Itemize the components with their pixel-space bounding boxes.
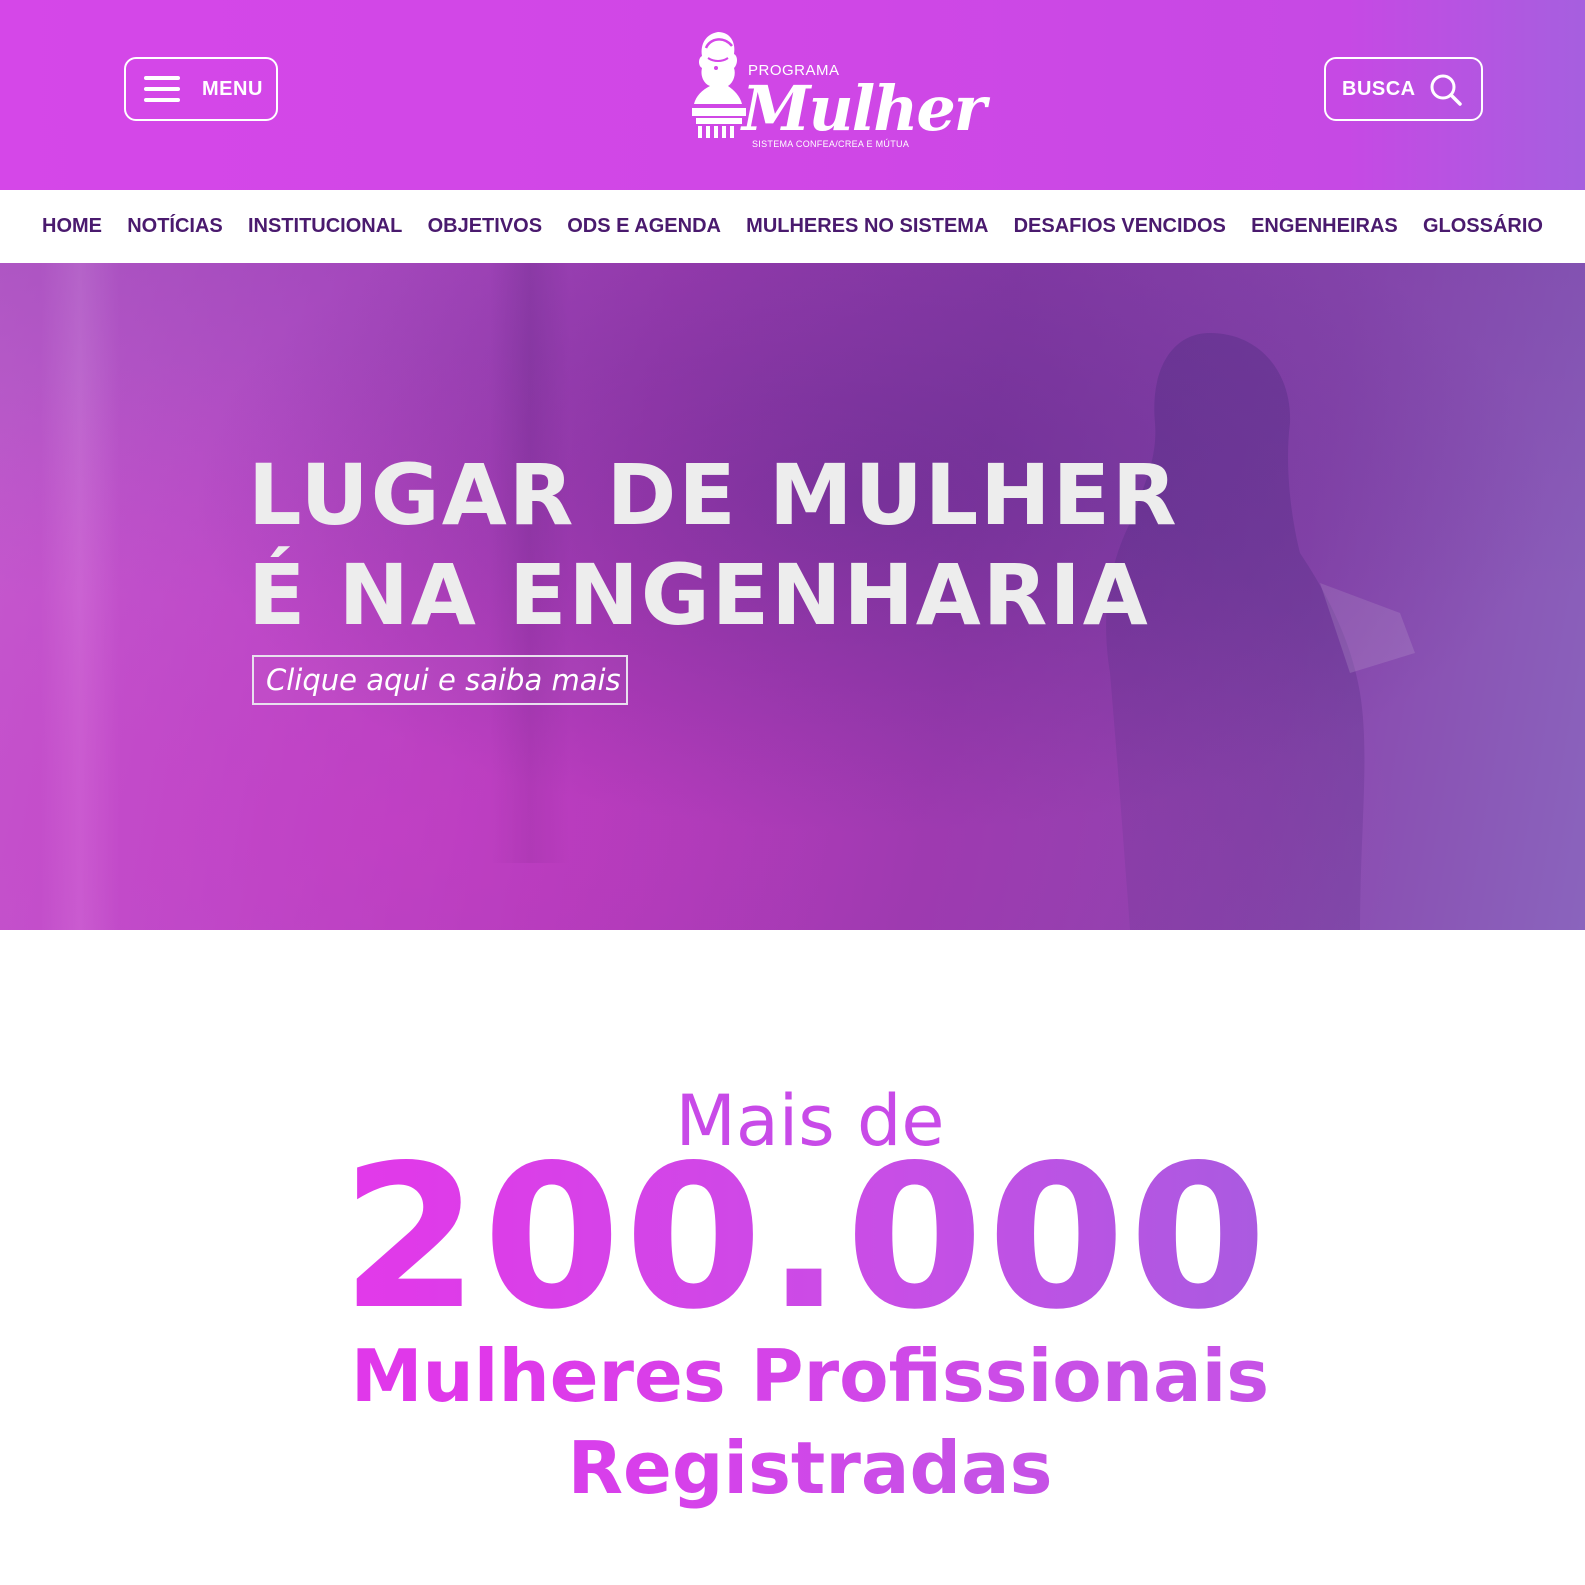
search-label: BUSCA <box>1342 77 1416 100</box>
nav-item-desafios-vencidos[interactable]: DESAFIOS VENCIDOS <box>1014 215 1226 238</box>
nav-item-ods-e-agenda[interactable]: ODS E AGENDA <box>567 215 721 238</box>
hamburger-icon <box>144 76 180 102</box>
stat-number: 200.000 <box>0 1122 1585 1353</box>
menu-button[interactable]: MENU <box>124 57 278 121</box>
stat-caption-line2: Registradas <box>0 1426 1585 1510</box>
nav-item-glossario[interactable]: GLOSSÁRIO <box>1423 215 1543 238</box>
athena-bust-icon <box>692 32 746 138</box>
main-nav: HOME NOTÍCIAS INSTITUCIONAL OBJETIVOS OD… <box>0 190 1585 263</box>
hero-title-line1: LUGAR DE MULHER <box>248 446 1179 544</box>
logo-subtitle: SISTEMA CONFEA/CREA E MÚTUA <box>752 139 910 149</box>
hero-banner[interactable]: LUGAR DE MULHER É NA ENGENHARIA Clique a… <box>0 263 1585 930</box>
nav-item-institucional[interactable]: INSTITUCIONAL <box>248 215 402 238</box>
nav-item-home[interactable]: HOME <box>42 215 102 238</box>
site-logo[interactable]: PROGRAMA Mulher SISTEMA CONFEA/CREA E MÚ… <box>688 26 986 154</box>
nav-item-noticias[interactable]: NOTÍCIAS <box>127 215 223 238</box>
hero-cta-button[interactable]: Clique aqui e saiba mais <box>252 655 628 705</box>
search-icon <box>1430 74 1462 106</box>
stat-caption-line1: Mulheres Profissionais <box>0 1334 1585 1418</box>
search-button[interactable]: BUSCA <box>1324 57 1483 121</box>
nav-item-mulheres-no-sistema[interactable]: MULHERES NO SISTEMA <box>746 215 988 238</box>
stats-section: Mais de 200.000 Mulheres Profissionais R… <box>0 930 1585 1585</box>
hero-title: LUGAR DE MULHER É NA ENGENHARIA <box>248 445 1179 645</box>
nav-item-engenheiras[interactable]: ENGENHEIRAS <box>1251 215 1398 238</box>
site-header: MENU PROGRAMA Mulher SISTEMA CONFEA/CREA… <box>0 0 1585 190</box>
menu-label: MENU <box>202 77 263 100</box>
hero-title-line2: É NA ENGENHARIA <box>248 546 1150 644</box>
logo-name-text: Mulher <box>742 72 986 145</box>
nav-item-objetivos[interactable]: OBJETIVOS <box>428 215 542 238</box>
